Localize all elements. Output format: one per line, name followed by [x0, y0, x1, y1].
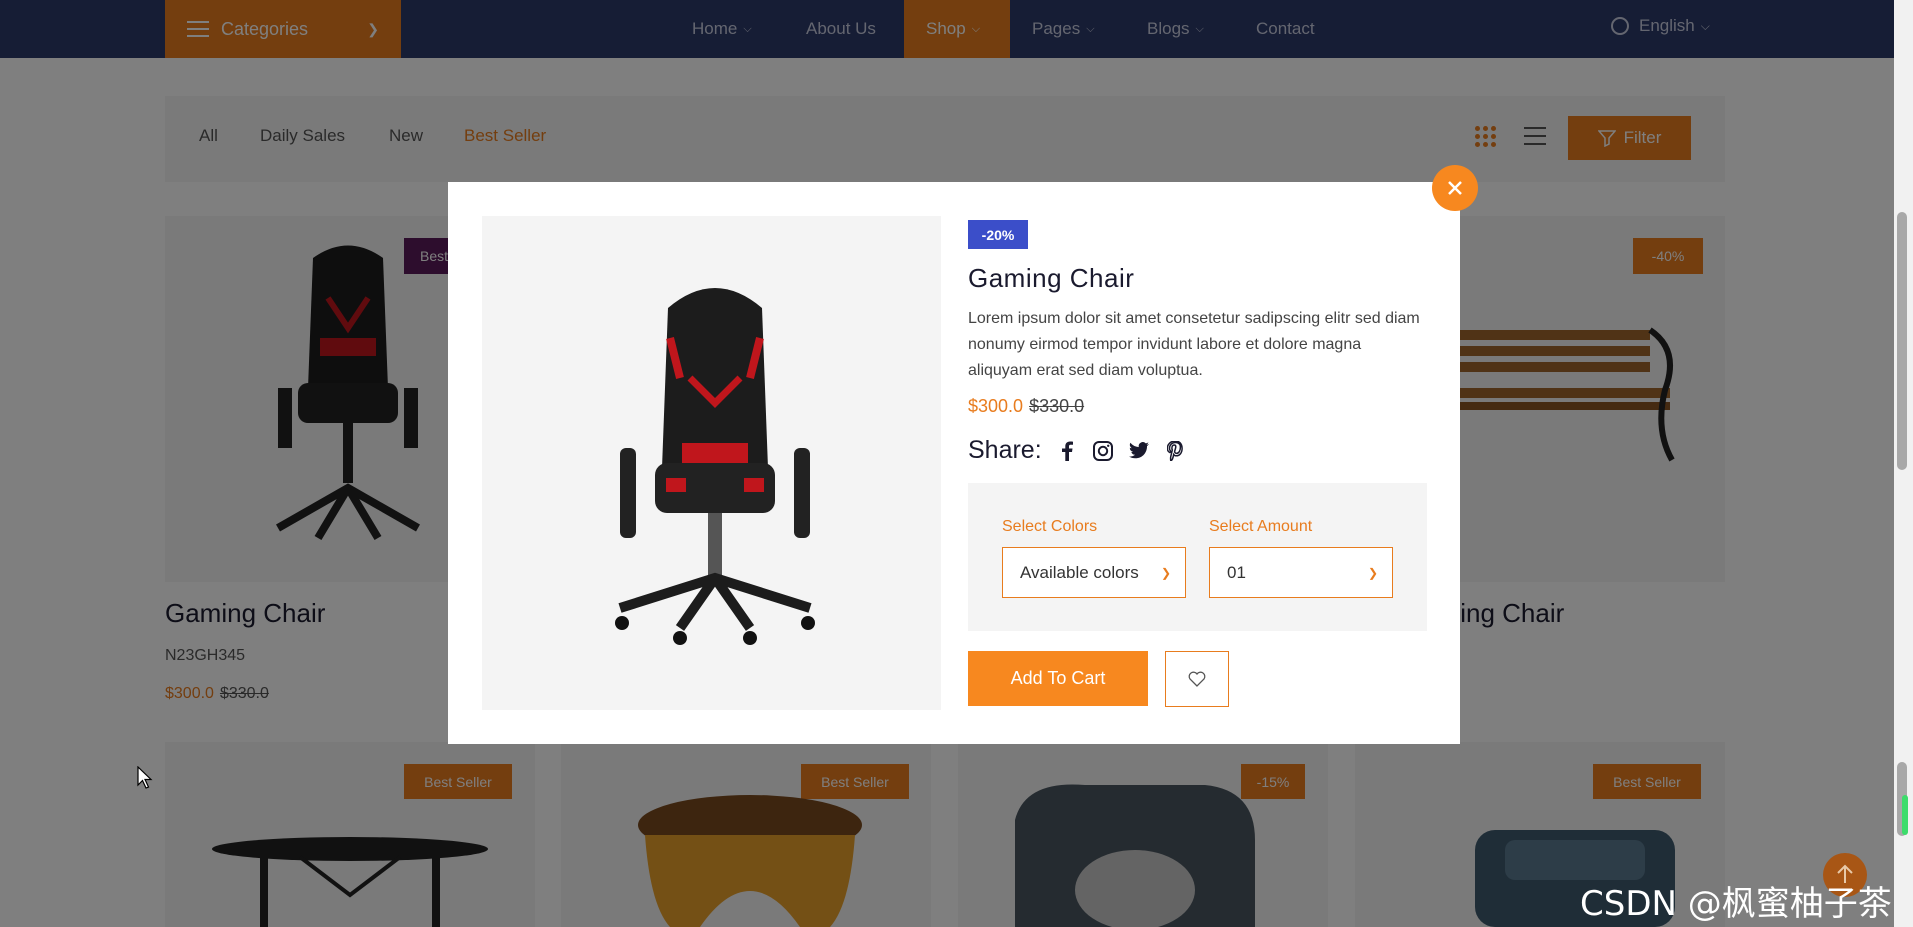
scrollbar-thumb[interactable] — [1897, 212, 1907, 470]
watermark-text: CSDN @枫蜜柚子茶 — [1580, 884, 1892, 924]
select-amount-label: Select Amount — [1209, 518, 1313, 535]
modal-price-row: $300.0 $330.0 — [968, 396, 1084, 417]
pinterest-icon[interactable] — [1164, 440, 1186, 462]
chevron-down-icon: ❯ — [1160, 565, 1171, 580]
close-icon — [1448, 181, 1462, 195]
heart-icon — [1188, 671, 1206, 687]
colors-select[interactable]: Available colors ❯ — [1002, 547, 1186, 598]
amount-select-value: 01 — [1227, 562, 1246, 582]
wishlist-button[interactable] — [1165, 651, 1229, 707]
chevron-down-icon: ❯ — [1367, 565, 1378, 580]
scroll-indicator — [1902, 795, 1908, 835]
modal-discount-badge: -20% — [968, 220, 1028, 249]
modal-price: $300.0 — [968, 396, 1024, 416]
instagram-icon[interactable] — [1092, 440, 1114, 462]
modal-old-price: $330.0 — [1029, 396, 1085, 416]
modal-product-description: Lorem ipsum dolor sit amet consetetur sa… — [968, 310, 1420, 379]
modal-close-button[interactable] — [1432, 165, 1478, 211]
select-colors-label: Select Colors — [1002, 518, 1098, 535]
facebook-icon[interactable] — [1056, 440, 1078, 462]
modal-gaming-chair-image — [615, 288, 815, 645]
modal-product-title: Gaming Chair — [968, 263, 1135, 293]
colors-select-value: Available colors — [1020, 562, 1139, 582]
modal-share-row: Share: — [968, 436, 1186, 465]
share-label: Share: — [968, 436, 1042, 464]
twitter-icon[interactable] — [1128, 440, 1150, 462]
amount-select[interactable]: 01 ❯ — [1209, 547, 1393, 598]
mouse-cursor-icon — [137, 766, 153, 789]
add-to-cart-button[interactable]: Add To Cart — [968, 651, 1148, 706]
